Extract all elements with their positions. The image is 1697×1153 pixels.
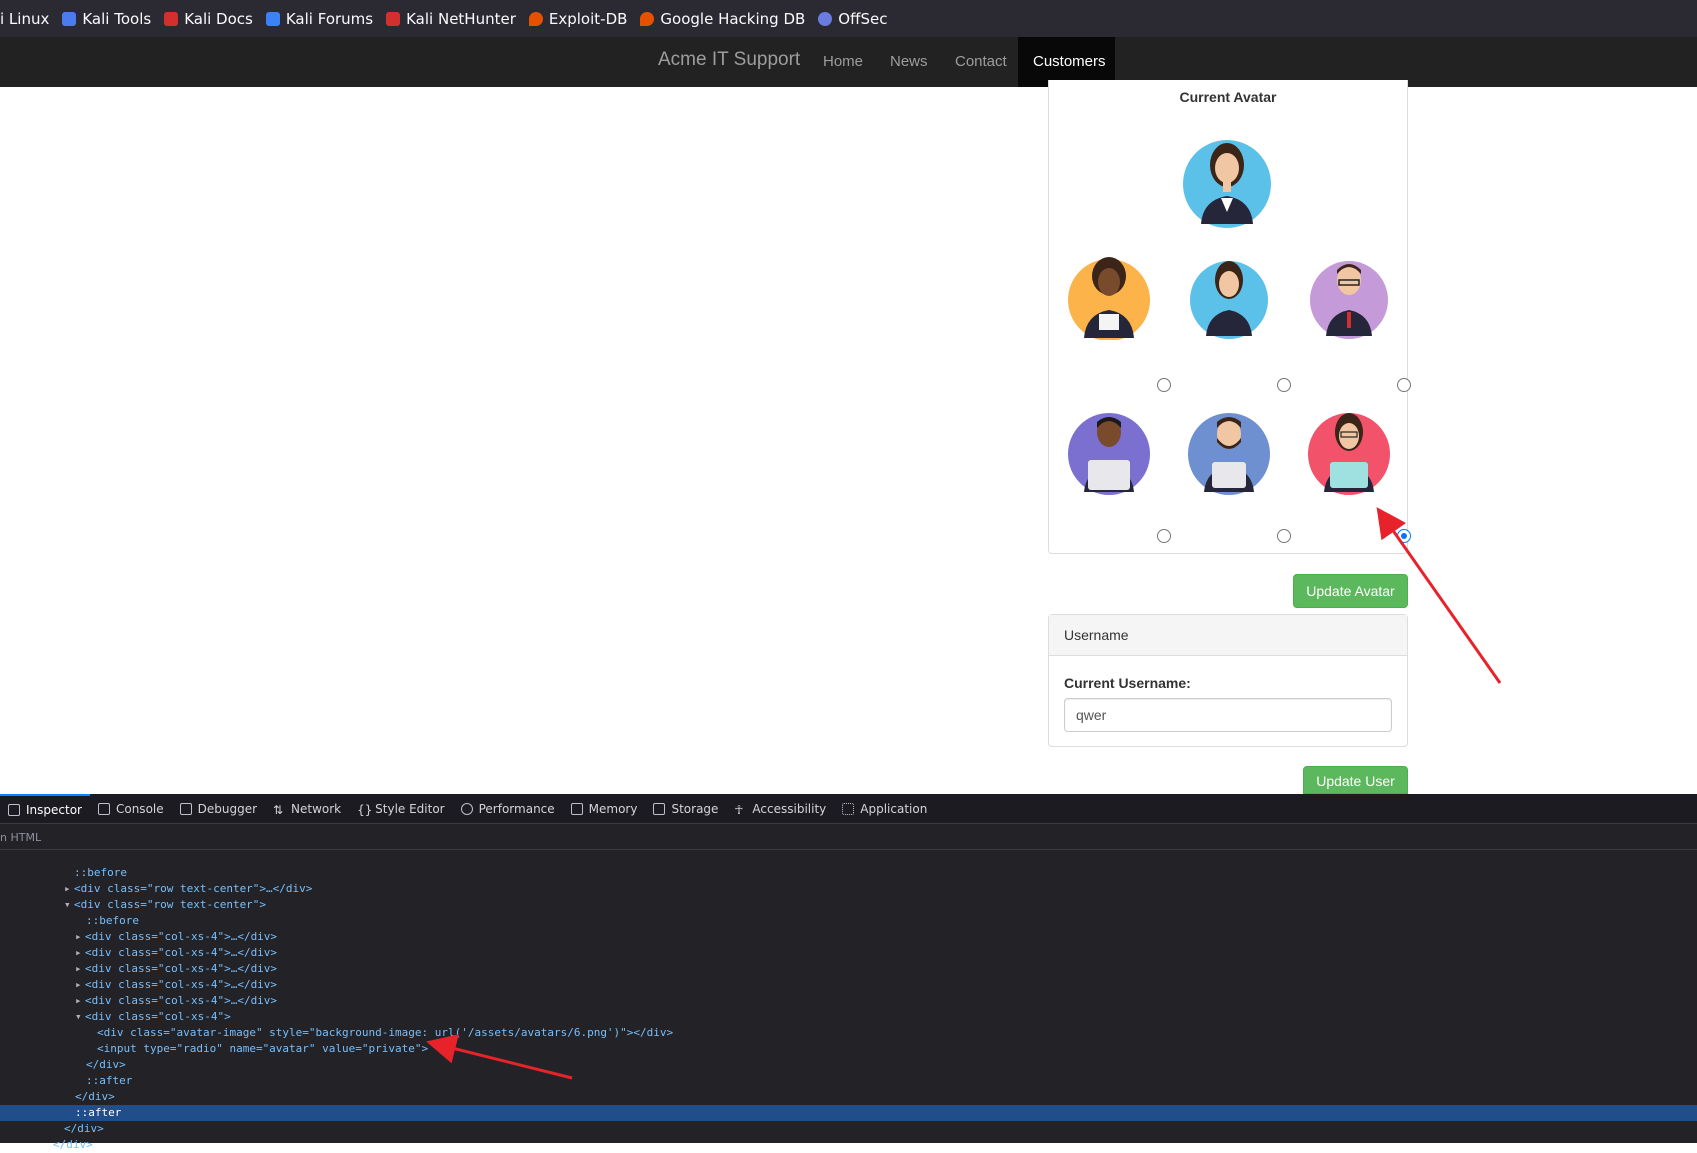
- kali-forums-icon: [265, 11, 280, 26]
- tree-line[interactable]: ::before: [0, 865, 1697, 881]
- tree-line[interactable]: ::before: [0, 913, 1697, 929]
- tree-line[interactable]: ▾ <div class="row text-center">: [0, 897, 1697, 913]
- network-icon: ⇅: [273, 802, 284, 817]
- performance-icon: [460, 802, 473, 815]
- tab-memory[interactable]: Memory: [563, 794, 646, 824]
- avatar-radio-4[interactable]: [1157, 529, 1171, 543]
- current-username-label: Current Username:: [1064, 675, 1191, 691]
- tree-line[interactable]: ▸ <div class="col-xs-4">…</div>: [0, 929, 1697, 945]
- username-input[interactable]: [1064, 698, 1392, 732]
- tree-line[interactable]: ▸ <div class="row text-center">…</div>: [0, 881, 1697, 897]
- tree-line[interactable]: <input type="radio" name="avatar" value=…: [0, 1041, 1697, 1057]
- nav-contact[interactable]: Contact: [940, 37, 1022, 87]
- tab-console[interactable]: Console: [90, 794, 172, 824]
- avatar-option-1[interactable]: [1066, 240, 1152, 340]
- offsec-icon: [818, 11, 833, 26]
- bookmark-kali-linux[interactable]: i Linux: [0, 10, 49, 28]
- tree-line[interactable]: ▸ <div class="col-xs-4">…</div>: [0, 945, 1697, 961]
- tree-line[interactable]: </div>: [0, 1089, 1697, 1105]
- tab-inspector[interactable]: Inspector: [0, 793, 90, 824]
- bookmarks-toolbar: i Linux Kali Tools Kali Docs Kali Forums…: [0, 0, 1697, 37]
- bookmark-kali-docs[interactable]: Kali Docs: [164, 10, 253, 28]
- kali-docs-icon: [164, 11, 179, 26]
- avatar-option-6[interactable]: [1306, 392, 1392, 496]
- avatar-radio-3[interactable]: [1397, 378, 1411, 392]
- bookmark-kali-tools[interactable]: Kali Tools: [62, 10, 151, 28]
- storage-icon: [653, 802, 666, 815]
- bookmark-google-hacking-db[interactable]: Google Hacking DB: [640, 10, 805, 28]
- style-editor-icon: {}: [357, 802, 373, 817]
- tab-storage[interactable]: Storage: [645, 794, 726, 824]
- exploit-db-icon: [528, 11, 543, 26]
- kali-nethunter-icon: [386, 11, 401, 26]
- tree-line[interactable]: ::after: [0, 1073, 1697, 1089]
- memory-icon: [570, 802, 583, 815]
- tree-line[interactable]: ▾ <div class="col-xs-4">: [0, 1009, 1697, 1025]
- nav-home[interactable]: Home: [808, 37, 878, 87]
- avatar-option-5[interactable]: [1186, 392, 1272, 496]
- devtools-tabs: Inspector Console Debugger ⇅ Network {} St…: [0, 793, 1697, 824]
- html-search-input[interactable]: n HTML: [0, 824, 1697, 850]
- nav-news[interactable]: News: [875, 37, 943, 87]
- avatar-radio-2[interactable]: [1277, 378, 1291, 392]
- kali-tools-icon: [62, 11, 77, 26]
- tab-performance[interactable]: Performance: [453, 794, 563, 824]
- tab-application[interactable]: Application: [834, 794, 935, 824]
- bookmark-offsec[interactable]: OffSec: [818, 10, 887, 28]
- google-hacking-db-icon: [640, 11, 655, 26]
- console-icon: [97, 802, 110, 815]
- tab-style-editor[interactable]: {} Style Editor: [349, 794, 452, 824]
- avatar-radio-1[interactable]: [1157, 378, 1171, 392]
- current-avatar-title: Current Avatar: [1179, 89, 1277, 105]
- avatar-option-3[interactable]: [1306, 240, 1392, 340]
- accessibility-icon: ☥: [734, 802, 744, 817]
- tree-line[interactable]: </div>: [0, 1121, 1697, 1137]
- avatar-radio-5[interactable]: [1277, 529, 1291, 543]
- avatar-panel: Current Avatar: [1048, 80, 1411, 554]
- avatar-option-4[interactable]: [1066, 392, 1152, 496]
- bookmark-kali-nethunter[interactable]: Kali NetHunter: [386, 10, 516, 28]
- tab-accessibility[interactable]: ☥ Accessibility: [726, 794, 834, 824]
- current-avatar-image: [1181, 120, 1273, 230]
- username-panel: Username Current Username:: [1048, 614, 1408, 747]
- markup-tree: ::before ▸ <div class="row text-center">……: [0, 850, 1697, 1153]
- debugger-icon: [179, 802, 192, 815]
- username-panel-heading: Username: [1049, 615, 1407, 656]
- tree-line-selected[interactable]: ::after: [0, 1105, 1697, 1121]
- tree-line[interactable]: ▸ <div class="col-xs-4">…</div>: [0, 977, 1697, 993]
- avatar-option-2[interactable]: [1186, 240, 1272, 340]
- update-user-button[interactable]: Update User: [1303, 766, 1408, 794]
- tree-line[interactable]: </div>: [0, 1137, 1697, 1153]
- inspector-icon: [8, 803, 20, 816]
- application-icon: [842, 802, 855, 815]
- bookmark-exploit-db[interactable]: Exploit-DB: [528, 10, 627, 28]
- bookmark-kali-forums[interactable]: Kali Forums: [265, 10, 373, 28]
- devtools-panel: Inspector Console Debugger ⇅ Network {} St…: [0, 793, 1697, 1151]
- tab-debugger[interactable]: Debugger: [172, 794, 265, 824]
- tree-line[interactable]: ▸ <div class="col-xs-4">…</div>: [0, 993, 1697, 1009]
- avatar-radio-6[interactable]: [1397, 529, 1411, 543]
- tree-line[interactable]: <div class="avatar-image" style="backgro…: [0, 1025, 1697, 1041]
- tree-line[interactable]: </div>: [0, 1057, 1697, 1073]
- update-avatar-button[interactable]: Update Avatar: [1293, 574, 1408, 608]
- tab-network[interactable]: ⇅ Network: [265, 794, 349, 824]
- brand-link[interactable]: Acme IT Support: [658, 49, 800, 71]
- tree-line[interactable]: ▸ <div class="col-xs-4">…</div>: [0, 961, 1697, 977]
- site-navbar: Acme IT Support Home News Contact Custom…: [0, 37, 1697, 87]
